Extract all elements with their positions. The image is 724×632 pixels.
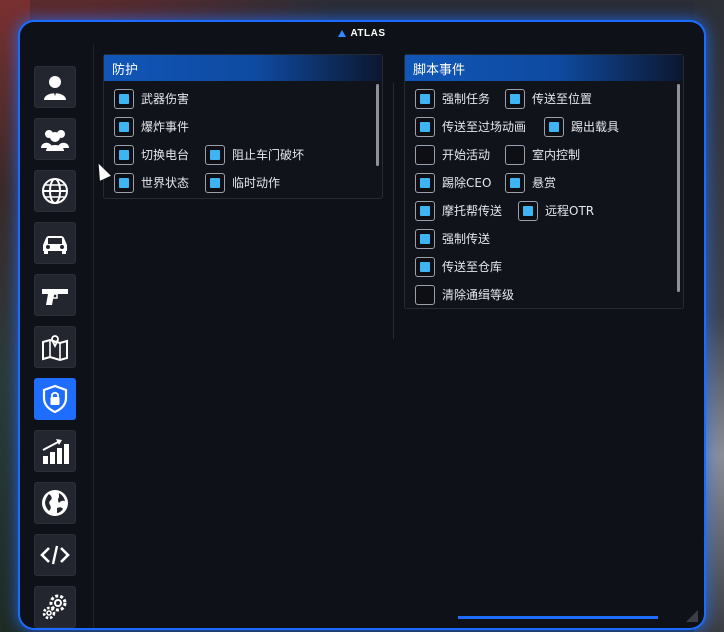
content-area: 防护 武器伤害 爆炸事件 切换电台 阻止车门破坏 世界状态 临时动作 脚本事件 …	[93, 44, 699, 628]
script-event-checkbox-6[interactable]	[415, 173, 435, 193]
script-event-checkbox-10[interactable]	[415, 229, 435, 249]
menu-window: ATLAS 防护 武器伤害 爆炸事件 切换电台 阻止车门破坏 世界状态 临时动作…	[20, 22, 704, 628]
code-icon	[40, 545, 70, 565]
sidebar-item-players[interactable]	[34, 118, 76, 160]
shield-lock-icon	[42, 384, 68, 414]
script-events-panel: 脚本事件 强制任务 传送至位置 传送至过场动画 踢出载具 开始活动 室内控制 踢…	[404, 54, 684, 309]
protection-panel: 防护 武器伤害 爆炸事件 切换电台 阻止车门破坏 世界状态 临时动作	[103, 54, 383, 199]
checkbox-label: 室内控制	[532, 148, 581, 162]
globe-icon	[42, 178, 68, 204]
script-event-checkbox-3[interactable]	[544, 117, 564, 137]
users-icon	[41, 130, 69, 151]
script-event-checkbox-7[interactable]	[505, 173, 525, 193]
checkbox-label: 强制传送	[442, 232, 491, 246]
protection-panel-header: 防护	[104, 55, 382, 81]
protection-scroll-thumb[interactable]	[376, 84, 379, 166]
sidebar-item-protection[interactable]	[34, 378, 76, 420]
protection-checkbox-1[interactable]	[114, 117, 134, 137]
script-event-checkbox-8[interactable]	[415, 201, 435, 221]
protection-scrollbar[interactable]	[376, 84, 379, 166]
checkbox-label: 清除通缉等级	[442, 288, 515, 302]
atlas-logo-icon	[338, 29, 347, 37]
checkbox-label: 强制任务	[442, 92, 491, 106]
chart-icon	[42, 439, 69, 464]
sidebar	[32, 44, 78, 628]
script-events-list: 强制任务 传送至位置 传送至过场动画 踢出载具 开始活动 室内控制 踢除CEO …	[405, 82, 683, 308]
map-icon	[42, 335, 68, 362]
checkbox-label: 踢出载具	[571, 120, 620, 134]
sidebar-item-world[interactable]	[34, 170, 76, 212]
sidebar-item-teleport[interactable]	[34, 326, 76, 368]
script-events-panel-header: 脚本事件	[405, 55, 683, 81]
checkbox-label: 爆炸事件	[141, 120, 190, 134]
user-icon	[44, 76, 66, 100]
protection-checkbox-5[interactable]	[205, 173, 225, 193]
checkbox-label: 悬赏	[532, 176, 557, 190]
title-bar: ATLAS	[20, 22, 704, 44]
checkbox-label: 切换电台	[141, 148, 190, 162]
script-events-scrollbar[interactable]	[677, 84, 680, 292]
earth-icon	[42, 490, 68, 516]
script-events-panel-title: 脚本事件	[413, 62, 466, 78]
app-logo-text: ATLAS	[350, 27, 386, 39]
protection-checkbox-4[interactable]	[114, 173, 134, 193]
script-event-checkbox-9[interactable]	[518, 201, 538, 221]
checkbox-label: 传送至过场动画	[442, 120, 527, 134]
car-icon	[43, 236, 67, 254]
checkbox-label: 开始活动	[442, 148, 491, 162]
panel-divider	[393, 83, 394, 339]
protection-checkbox-0[interactable]	[114, 89, 134, 109]
script-event-checkbox-11[interactable]	[415, 257, 435, 277]
checkbox-label: 远程OTR	[545, 204, 595, 218]
checkbox-label: 武器伤害	[141, 92, 190, 106]
checkbox-label: 传送至仓库	[442, 260, 503, 274]
checkbox-label: 摩托帮传送	[442, 204, 503, 218]
protection-list: 武器伤害 爆炸事件 切换电台 阻止车门破坏 世界状态 临时动作	[104, 82, 382, 198]
sidebar-item-weapons[interactable]	[34, 274, 76, 316]
sidebar-item-stats[interactable]	[34, 430, 76, 472]
checkbox-label: 阻止车门破坏	[232, 148, 305, 162]
protection-checkbox-2[interactable]	[114, 145, 134, 165]
checkbox-label: 临时动作	[232, 176, 281, 190]
checkbox-label: 踢除CEO	[442, 176, 492, 190]
script-events-scroll-thumb[interactable]	[677, 84, 680, 292]
checkbox-label: 传送至位置	[532, 92, 593, 106]
sidebar-item-online[interactable]	[34, 482, 76, 524]
resize-handle[interactable]	[686, 610, 698, 622]
script-event-checkbox-0[interactable]	[415, 89, 435, 109]
protection-checkbox-3[interactable]	[205, 145, 225, 165]
script-event-checkbox-2[interactable]	[415, 117, 435, 137]
script-event-checkbox-4[interactable]	[415, 145, 435, 165]
script-event-checkbox-5[interactable]	[505, 145, 525, 165]
script-event-checkbox-1[interactable]	[505, 89, 525, 109]
sidebar-item-vehicle[interactable]	[34, 222, 76, 264]
sidebar-item-settings[interactable]	[34, 586, 76, 628]
script-event-checkbox-12[interactable]	[415, 285, 435, 305]
checkbox-label: 世界状态	[141, 176, 190, 190]
pistol-icon	[42, 289, 68, 305]
sidebar-item-self[interactable]	[34, 66, 76, 108]
sidebar-item-scripts[interactable]	[34, 534, 76, 576]
bottom-accent-bar	[458, 616, 658, 619]
protection-panel-title: 防护	[112, 62, 139, 78]
gears-icon	[42, 594, 67, 620]
